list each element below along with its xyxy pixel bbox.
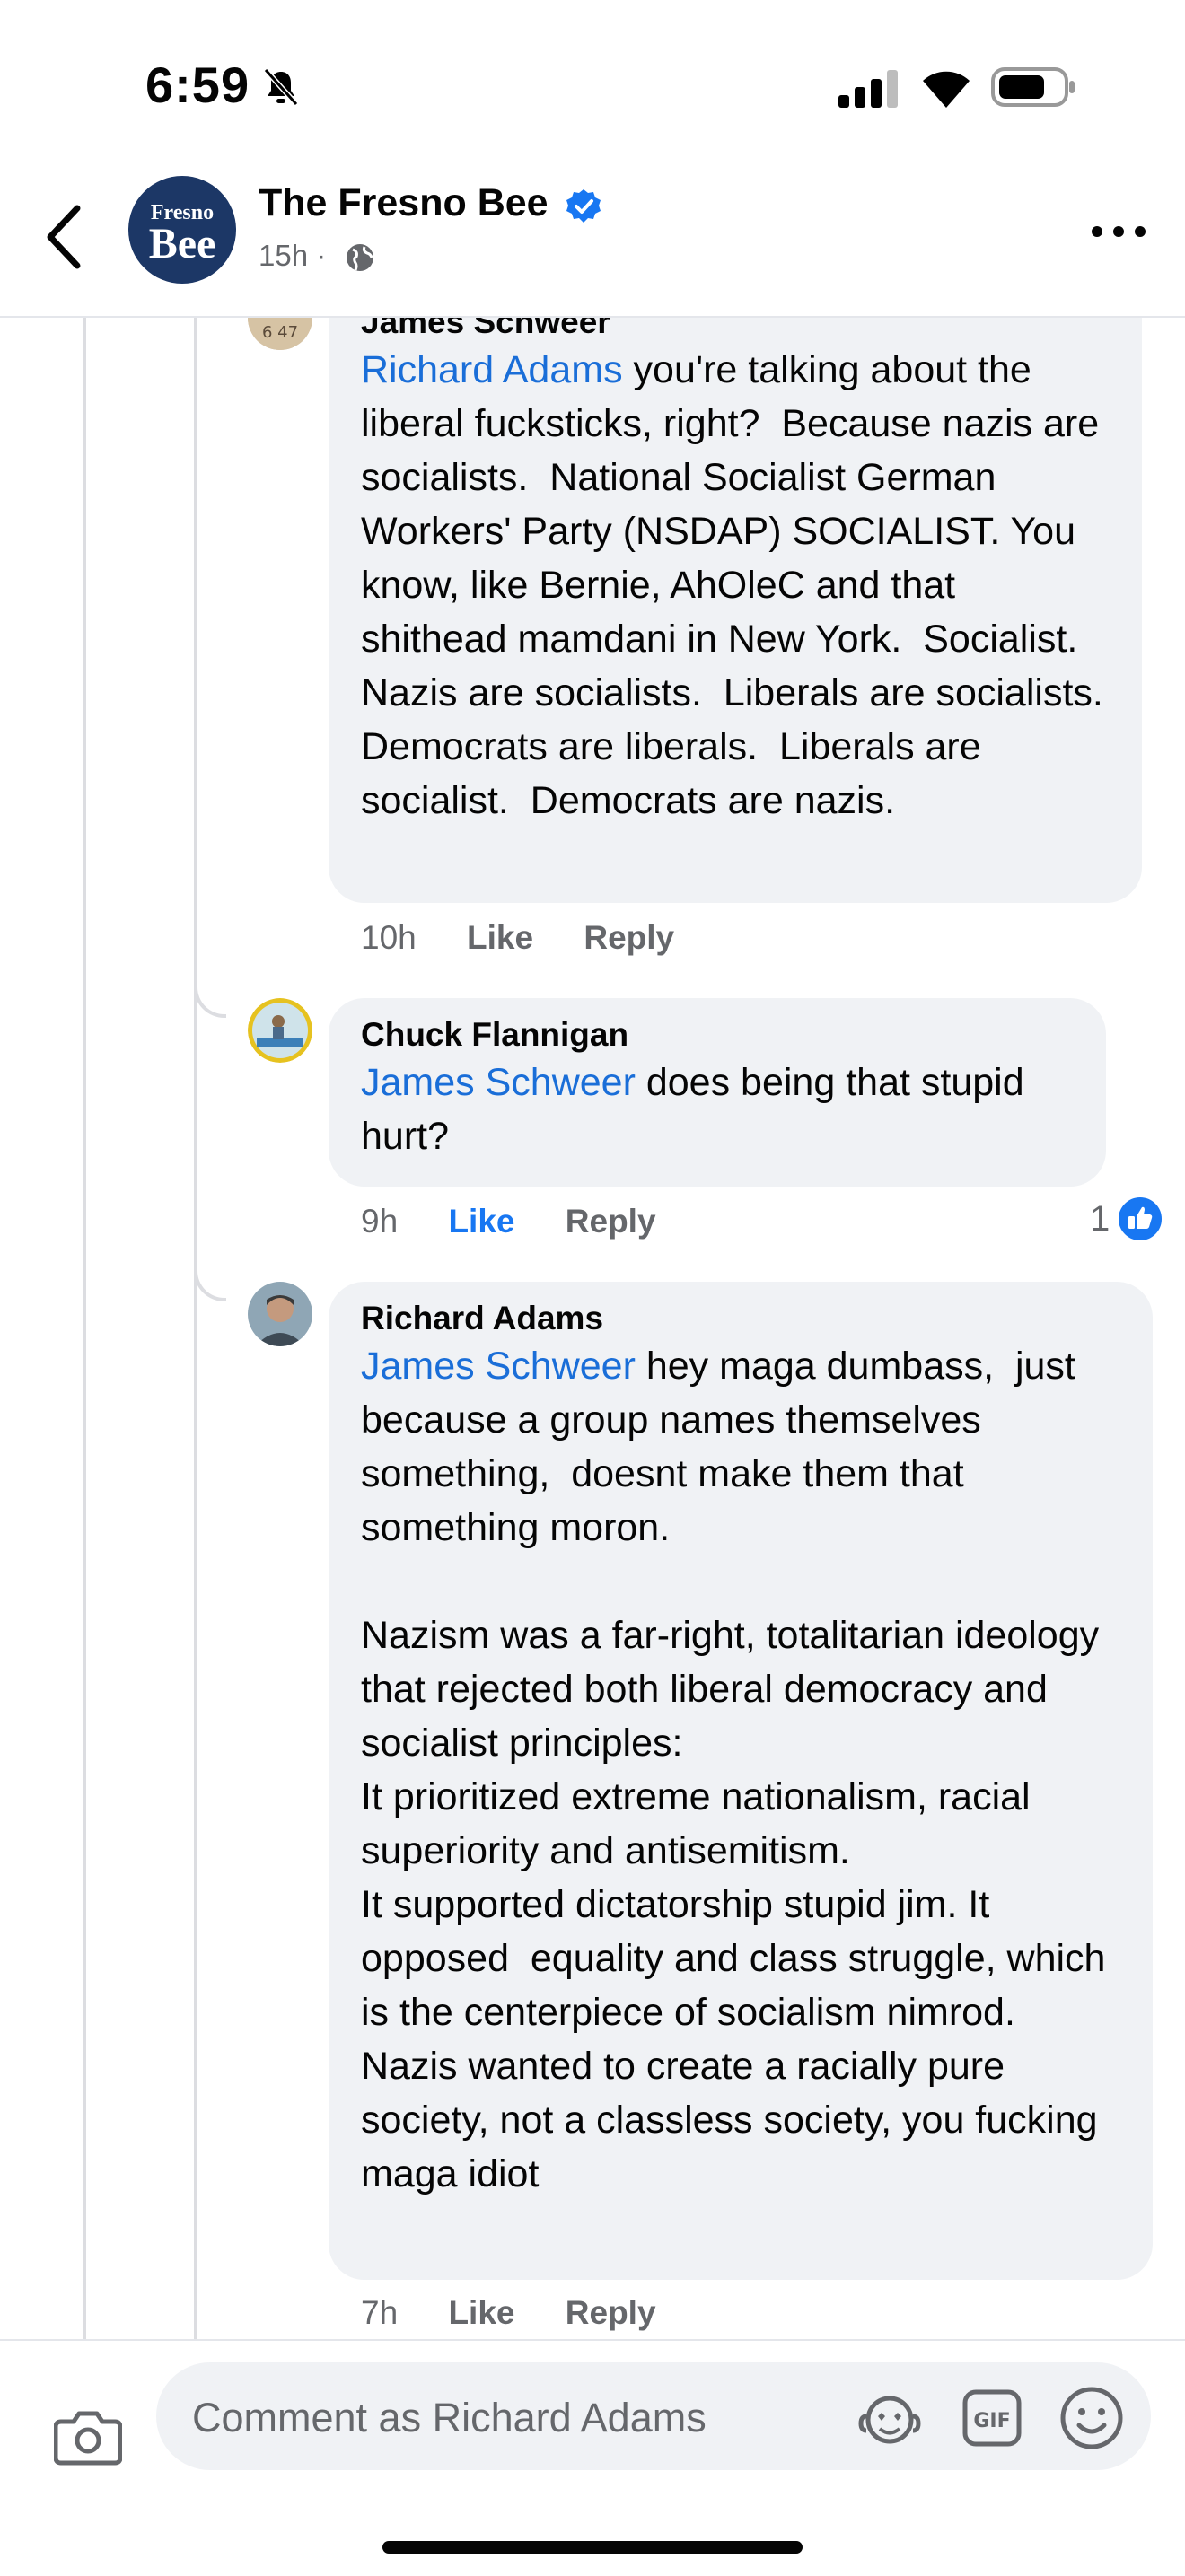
avatar[interactable] — [248, 998, 312, 1063]
wifi-icon — [923, 71, 970, 108]
comment-age[interactable]: 9h — [361, 1203, 398, 1240]
verified-badge-icon — [566, 189, 601, 223]
mention-link[interactable]: James Schweer — [361, 1061, 636, 1104]
comment-bubble: James Schweer Richard Adams you're talki… — [329, 278, 1142, 903]
home-indicator[interactable] — [382, 2541, 803, 2554]
comment-placeholder: Comment as Richard Adams — [192, 2395, 707, 2440]
globe-icon — [347, 244, 373, 271]
thread-line-outer — [83, 316, 86, 2339]
meta-separator: · — [316, 239, 327, 272]
reply-button[interactable]: Reply — [566, 1203, 656, 1240]
comment-body: hey maga dumbass, just because a group n… — [361, 1345, 1106, 2195]
reply-button[interactable]: Reply — [566, 2294, 656, 2331]
comment-bubble: Richard Adams James Schweer hey maga dum… — [329, 1282, 1153, 2280]
emoji-icon[interactable] — [1059, 2386, 1124, 2450]
avatar[interactable] — [248, 1282, 312, 1346]
avatar-image — [248, 1282, 312, 1346]
avatar-image — [248, 998, 312, 1063]
more-options-icon[interactable] — [1090, 223, 1147, 241]
like-button[interactable]: Like — [448, 2294, 514, 2331]
reply-button[interactable]: Reply — [584, 919, 674, 956]
comment-bubble: Chuck Flannigan James Schweer does being… — [329, 998, 1106, 1187]
logo-line2: Bee — [148, 220, 216, 267]
comment-age[interactable]: 7h — [361, 2294, 398, 2331]
post-age[interactable]: 15h — [259, 239, 308, 272]
page-name[interactable]: The Fresno Bee — [259, 181, 549, 225]
comment-text: James Schweer does being that stupid hur… — [361, 1056, 1074, 1163]
comment-text: Richard Adams you're talking about the l… — [361, 343, 1110, 828]
like-button[interactable]: Like — [467, 919, 533, 956]
comment-actions: 10h Like Reply — [361, 919, 715, 957]
svg-text:GIF: GIF — [973, 2410, 1010, 2432]
like-button[interactable]: Like — [448, 1203, 514, 1240]
camera-icon[interactable] — [54, 2407, 122, 2466]
comment-author[interactable]: Richard Adams — [361, 1300, 1120, 1337]
comment-body: you're talking about the liberal fucksti… — [361, 348, 1125, 822]
svg-text:6 47: 6 47 — [262, 323, 298, 342]
comment-text: James Schweer hey maga dumbass, just bec… — [361, 1339, 1120, 2201]
thread-elbow — [194, 982, 226, 1018]
like-reaction-icon[interactable] — [1117, 1196, 1163, 1242]
comment-author[interactable]: Chuck Flannigan — [361, 1016, 1074, 1054]
reaction-count[interactable]: 1 — [1090, 1199, 1110, 1240]
post-header: Fresno Bee The Fresno Bee 15h · — [0, 162, 1185, 318]
comment-actions: 9h Like Reply — [361, 1203, 698, 1240]
mention-link[interactable]: Richard Adams — [361, 348, 623, 391]
status-time: 6:59 — [145, 57, 250, 113]
gif-icon[interactable]: GIF — [962, 2389, 1022, 2447]
cellular-signal-icon — [838, 70, 898, 108]
comment-composer: Comment as Richard Adams GIF — [0, 2339, 1185, 2576]
back-arrow-icon[interactable] — [41, 201, 88, 273]
thread-line-inner — [194, 316, 198, 2339]
avatar-sticker-icon[interactable] — [858, 2389, 921, 2447]
mention-link[interactable]: James Schweer — [361, 1345, 636, 1388]
comment-age[interactable]: 10h — [361, 919, 417, 956]
thread-elbow — [194, 1266, 226, 1301]
page-avatar-logo[interactable]: Fresno Bee — [128, 176, 236, 284]
status-bar: 6:59 — [0, 0, 1185, 162]
battery-icon — [991, 67, 1075, 107]
comment-input[interactable]: Comment as Richard Adams GIF — [156, 2362, 1151, 2470]
post-meta: 15h · — [259, 239, 326, 273]
comment-actions: 7h Like Reply — [361, 2294, 698, 2332]
silent-bell-icon — [263, 67, 299, 107]
